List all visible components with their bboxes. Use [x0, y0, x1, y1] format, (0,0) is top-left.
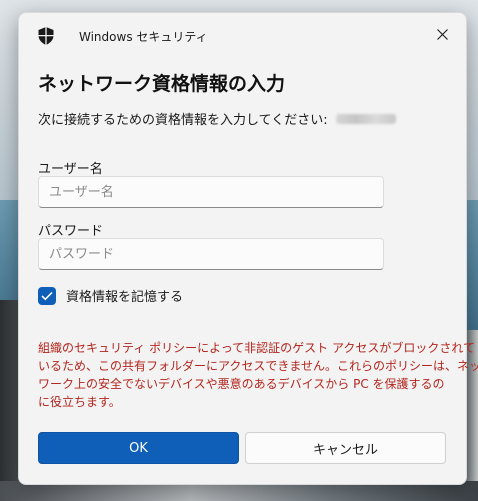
shield-icon	[38, 27, 54, 45]
remember-credentials-label: 資格情報を記憶する	[66, 290, 184, 305]
ok-button[interactable]: OK	[38, 432, 239, 464]
cancel-button[interactable]: キャンセル	[245, 432, 446, 464]
credential-dialog: Windows セキュリティ ネットワーク資格情報の入力 次に接続するための資格…	[18, 12, 478, 485]
dialog-heading: ネットワーク資格情報の入力	[38, 73, 286, 95]
guest-access-warning: 組織のセキュリティ ポリシーによって非認証のゲスト アクセスがブロックされて い…	[38, 339, 478, 411]
username-label: ユーザー名	[38, 162, 103, 177]
close-icon	[436, 25, 448, 44]
remember-credentials-checkbox-row[interactable]: 資格情報を記憶する	[38, 286, 183, 305]
app-title: Windows セキュリティ	[79, 30, 208, 44]
warning-line: に役立ちます。	[38, 395, 121, 409]
prompt-text: 次に接続するための資格情報を入力してください:	[38, 113, 328, 128]
checkmark-icon	[41, 286, 53, 305]
remember-credentials-checkbox[interactable]	[38, 286, 56, 305]
warning-line: 組織のセキュリティ ポリシーによって非認証のゲスト アクセスがブロックされて	[38, 341, 475, 355]
warning-line: ワーク上の安全でないデバイスや悪意のあるデバイスから PC を保護するの	[38, 377, 445, 391]
username-input[interactable]	[38, 176, 384, 208]
password-label: パスワード	[38, 224, 104, 239]
title-bar: Windows セキュリティ	[19, 13, 466, 49]
close-button[interactable]	[428, 21, 456, 47]
warning-line: いるため、この共有フォルダーにアクセスできません。これらのポリシーは、ネット	[38, 359, 478, 373]
prompt-row: 次に接続するための資格情報を入力してください:	[38, 109, 396, 128]
redacted-server-name	[335, 113, 396, 124]
password-input[interactable]	[38, 238, 384, 270]
